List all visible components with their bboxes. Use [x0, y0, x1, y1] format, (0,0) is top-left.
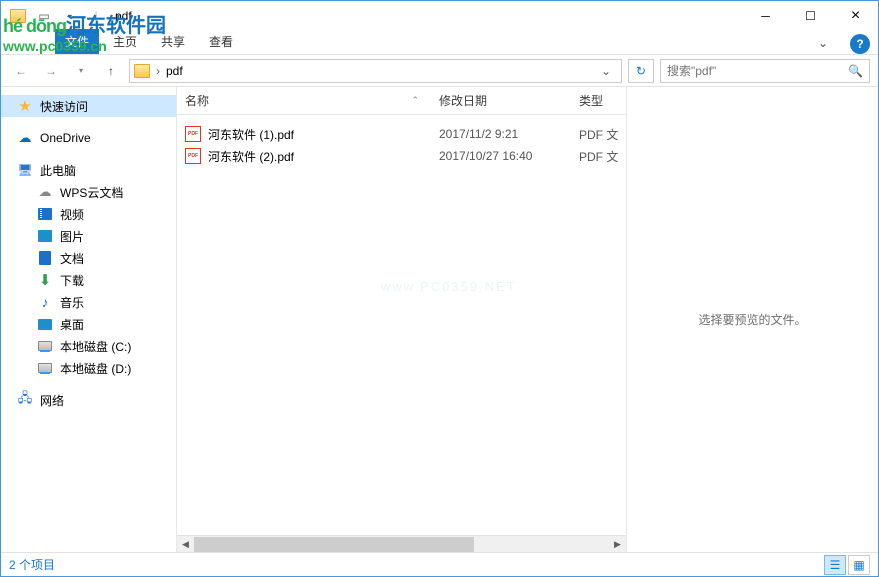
- nav-label: 快速访问: [40, 98, 88, 115]
- file-date: 2017/11/2 9:21: [439, 127, 579, 141]
- preview-empty-text: 选择要预览的文件。: [698, 311, 806, 328]
- search-input[interactable]: [667, 64, 848, 78]
- minimize-button[interactable]: ─: [743, 2, 788, 30]
- file-type: PDF 文: [579, 148, 618, 165]
- nav-label: 文档: [60, 250, 84, 267]
- horizontal-scrollbar[interactable]: ◀ ▶: [177, 535, 626, 552]
- qat-separator: |: [85, 5, 107, 27]
- breadcrumb-sep: ›: [156, 64, 160, 78]
- nav-videos[interactable]: 视频: [1, 203, 176, 225]
- titlebar: ▭ ▾ | pdf ─ ☐ ×: [1, 1, 878, 31]
- file-list-pane: 名称 ⌃ 修改日期 类型 PDF 河东软件 (1).pdf 2017/11/2 …: [177, 87, 626, 552]
- recent-dropdown-icon[interactable]: ▾: [69, 59, 93, 83]
- search-icon[interactable]: 🔍: [848, 64, 863, 78]
- ribbon-expand-icon[interactable]: ⌄: [806, 32, 840, 54]
- folder-icon[interactable]: [7, 5, 29, 27]
- file-row[interactable]: PDF 河东软件 (2).pdf 2017/10/27 16:40 PDF 文: [177, 145, 626, 167]
- nav-label: 音乐: [60, 294, 84, 311]
- address-box[interactable]: › pdf ⌄: [129, 59, 622, 83]
- nav-disk-d[interactable]: 本地磁盘 (D:): [1, 357, 176, 379]
- nav-label: OneDrive: [40, 131, 91, 145]
- column-headers: 名称 ⌃ 修改日期 类型: [177, 87, 626, 115]
- nav-pane: ★ 快速访问 ☁ OneDrive 🖥 此电脑 ☁ WPS云文档 视频 图片 文…: [1, 87, 177, 552]
- pdf-icon: PDF: [185, 126, 201, 142]
- quick-access-toolbar: ▭ ▾ |: [7, 5, 107, 27]
- wps-icon: ☁: [37, 184, 53, 200]
- file-date: 2017/10/27 16:40: [439, 149, 579, 163]
- column-date[interactable]: 修改日期: [439, 92, 579, 109]
- nav-wps[interactable]: ☁ WPS云文档: [1, 181, 176, 203]
- nav-this-pc[interactable]: 🖥 此电脑: [1, 159, 176, 181]
- scroll-right-icon[interactable]: ▶: [609, 536, 626, 553]
- properties-icon[interactable]: ▭: [33, 5, 55, 27]
- picture-icon: [37, 228, 53, 244]
- download-icon: ⬇: [37, 272, 53, 288]
- desktop-icon: [37, 316, 53, 332]
- folder-icon: [134, 64, 150, 78]
- scroll-left-icon[interactable]: ◀: [177, 536, 194, 553]
- music-icon: ♪: [37, 294, 53, 310]
- nav-desktop[interactable]: 桌面: [1, 313, 176, 335]
- breadcrumb-current[interactable]: pdf: [166, 64, 183, 78]
- view-details-button[interactable]: ☰: [824, 555, 846, 575]
- up-button[interactable]: ↑: [99, 59, 123, 83]
- file-type: PDF 文: [579, 126, 618, 143]
- cloud-icon: ☁: [17, 130, 33, 146]
- view-icons-button[interactable]: ▦: [848, 555, 870, 575]
- address-dropdown-icon[interactable]: ⌄: [595, 64, 617, 78]
- addressbar: ← → ▾ ↑ › pdf ⌄ ↻ 🔍: [1, 55, 878, 87]
- tab-view[interactable]: 查看: [199, 29, 243, 54]
- ribbon-tabs: 文件 主页 共享 查看 ⌄ ?: [1, 31, 878, 55]
- tab-share[interactable]: 共享: [151, 29, 195, 54]
- nav-downloads[interactable]: ⬇ 下载: [1, 269, 176, 291]
- file-list: PDF 河东软件 (1).pdf 2017/11/2 9:21 PDF 文 PD…: [177, 115, 626, 535]
- maximize-button[interactable]: ☐: [788, 2, 833, 30]
- status-item-count: 2 个项目: [9, 556, 55, 573]
- file-name: 河东软件 (1).pdf: [208, 126, 439, 143]
- nav-label: 视频: [60, 206, 84, 223]
- nav-label: WPS云文档: [60, 184, 123, 201]
- tab-home[interactable]: 主页: [103, 29, 147, 54]
- nav-network[interactable]: 🖧 网络: [1, 389, 176, 411]
- search-box[interactable]: 🔍: [660, 59, 870, 83]
- nav-label: 图片: [60, 228, 84, 245]
- nav-label: 本地磁盘 (D:): [60, 360, 131, 377]
- nav-music[interactable]: ♪ 音乐: [1, 291, 176, 313]
- close-button[interactable]: ×: [833, 2, 878, 30]
- video-icon: [37, 206, 53, 222]
- file-name: 河东软件 (2).pdf: [208, 148, 439, 165]
- help-icon[interactable]: ?: [850, 34, 870, 54]
- back-button[interactable]: ←: [9, 59, 33, 83]
- nav-label: 下载: [60, 272, 84, 289]
- nav-disk-c[interactable]: 本地磁盘 (C:): [1, 335, 176, 357]
- tab-file[interactable]: 文件: [55, 29, 99, 54]
- window-title: pdf: [115, 9, 132, 23]
- column-type[interactable]: 类型: [579, 92, 626, 109]
- nav-onedrive[interactable]: ☁ OneDrive: [1, 127, 176, 149]
- scrollbar-thumb[interactable]: [194, 537, 474, 552]
- disk-icon: [37, 338, 53, 354]
- pc-icon: 🖥: [17, 162, 33, 178]
- nav-pictures[interactable]: 图片: [1, 225, 176, 247]
- nav-label: 本地磁盘 (C:): [60, 338, 131, 355]
- statusbar: 2 个项目 ☰ ▦: [1, 552, 878, 576]
- star-icon: ★: [17, 98, 33, 114]
- nav-label: 此电脑: [40, 162, 76, 179]
- disk-icon: [37, 360, 53, 376]
- file-row[interactable]: PDF 河东软件 (1).pdf 2017/11/2 9:21 PDF 文: [177, 123, 626, 145]
- document-icon: [37, 250, 53, 266]
- sort-indicator-icon: ⌃: [411, 95, 419, 106]
- nav-label: 桌面: [60, 316, 84, 333]
- pdf-icon: PDF: [185, 148, 201, 164]
- column-name[interactable]: 名称 ⌃: [185, 92, 439, 109]
- refresh-button[interactable]: ↻: [628, 59, 654, 83]
- qat-dropdown-icon[interactable]: ▾: [59, 5, 81, 27]
- preview-pane: 选择要预览的文件。: [626, 87, 878, 552]
- network-icon: 🖧: [17, 392, 33, 408]
- forward-button[interactable]: →: [39, 59, 63, 83]
- nav-documents[interactable]: 文档: [1, 247, 176, 269]
- nav-label: 网络: [40, 392, 64, 409]
- nav-quick-access[interactable]: ★ 快速访问: [1, 95, 176, 117]
